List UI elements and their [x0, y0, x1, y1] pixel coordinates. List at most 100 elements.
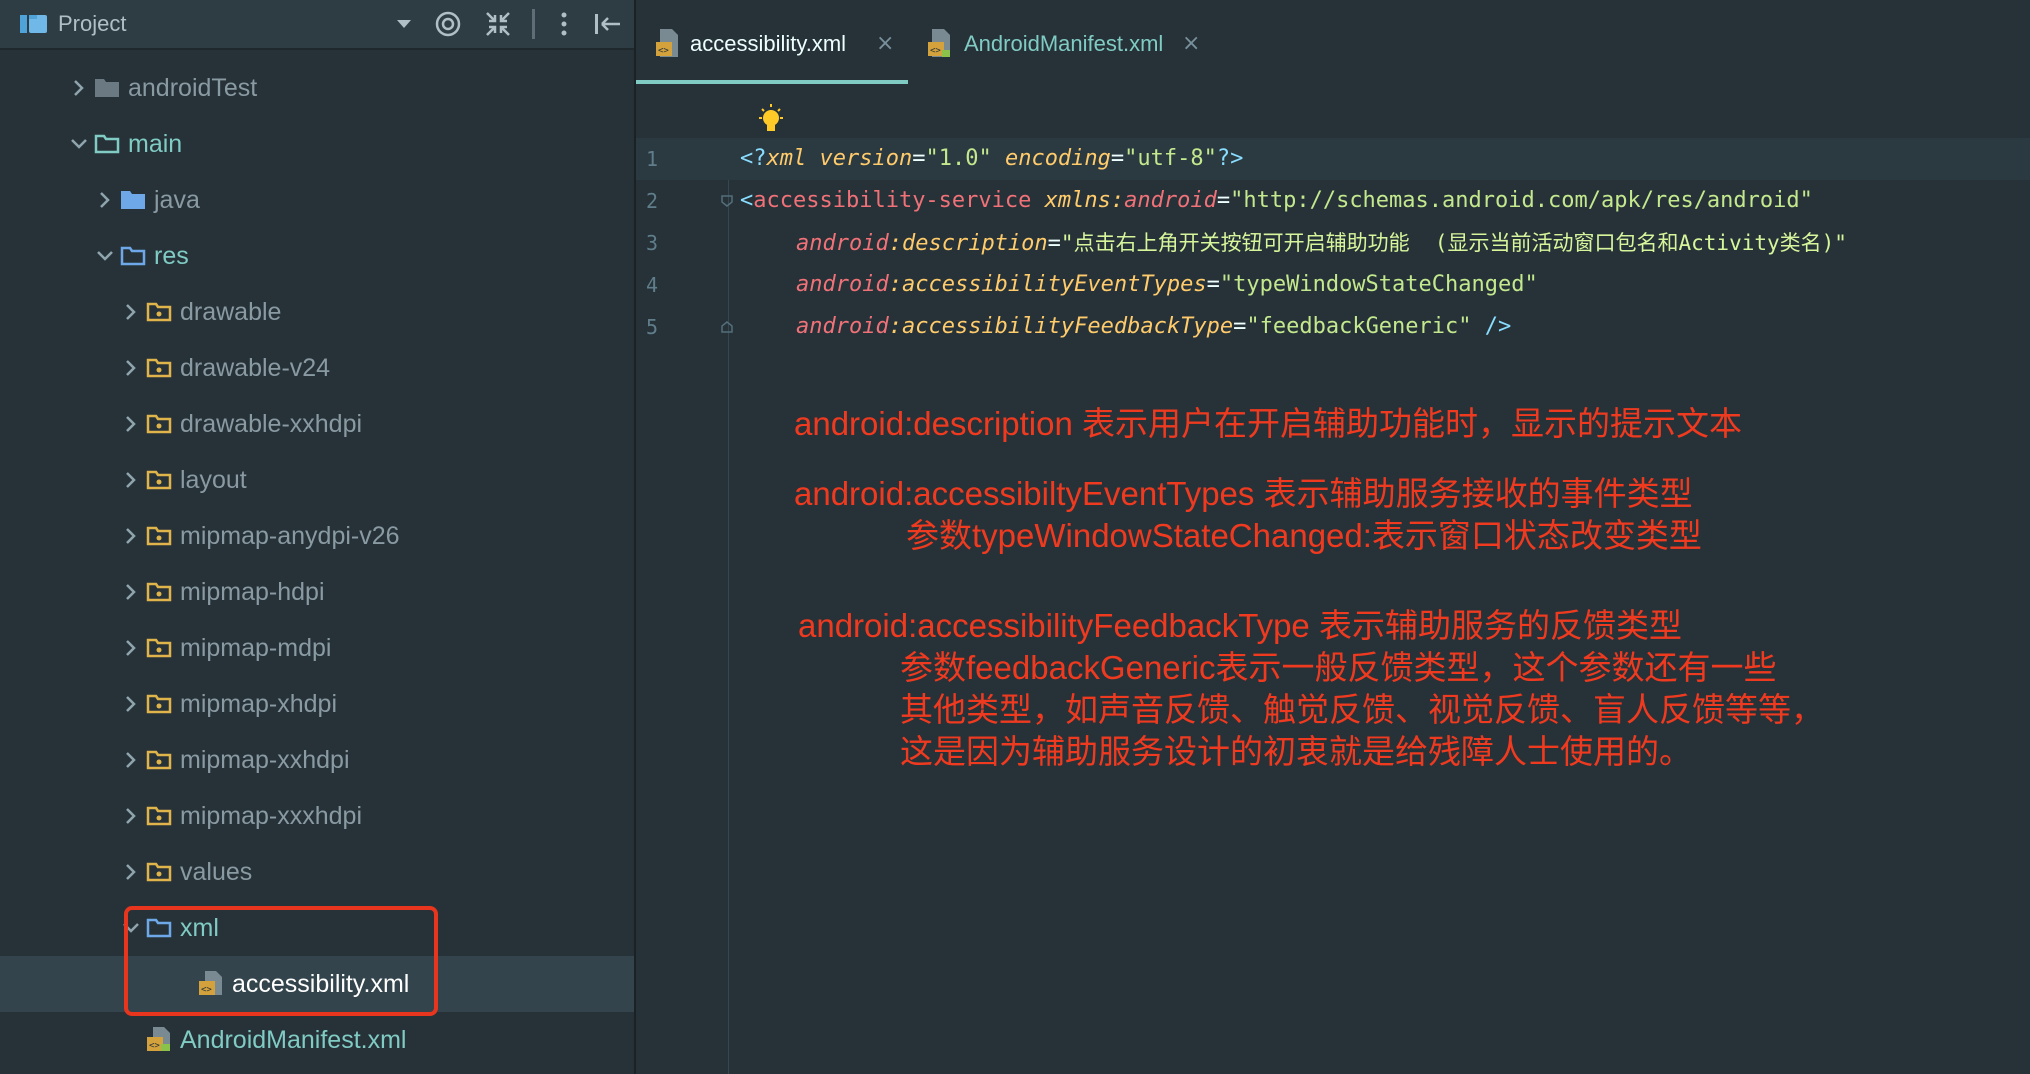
tree-item-mipmap-xxxhdpi[interactable]: mipmap-xxxhdpi — [0, 788, 634, 844]
tab-close-icon[interactable]: × — [876, 0, 894, 84]
editor-tab-bar: <> accessibility.xml × <> AndroidManifes… — [636, 0, 2030, 86]
fold-close-icon[interactable] — [720, 320, 734, 334]
folder-yellow-icon — [146, 526, 172, 546]
tree-item-label: drawable — [180, 298, 282, 326]
tab-close-icon[interactable]: × — [1182, 0, 1200, 84]
tree-item-mipmap-hdpi[interactable]: mipmap-hdpi — [0, 564, 634, 620]
folder-yellow-icon — [146, 694, 172, 714]
code-token: android — [1124, 188, 1217, 213]
tree-item-label: drawable-v24 — [180, 354, 331, 382]
hide-panel-icon[interactable] — [592, 0, 624, 48]
chevron-right-icon[interactable] — [120, 340, 142, 396]
tree-item-main[interactable]: main — [0, 116, 634, 172]
chevron-right-icon[interactable] — [120, 452, 142, 508]
code-line-3[interactable]: 3 android:description="点击右上角开关按钮可开启辅助功能 … — [636, 222, 2030, 264]
annotation-feedback-param-3: 这是因为辅助服务设计的初衷就是给残障人士使用的。 — [900, 733, 1692, 770]
tree-item-layout[interactable]: layout — [0, 452, 634, 508]
tree-item-mipmap-xhdpi[interactable]: mipmap-xhdpi — [0, 676, 634, 732]
tree-item-drawable[interactable]: drawable — [0, 284, 634, 340]
tree-item-label: values — [180, 858, 253, 886]
tree-item-label: mipmap-xhdpi — [180, 690, 338, 718]
code-token: < — [740, 188, 754, 213]
annotation-event-types-param: 参数typeWindowStateChanged:表示窗口状态改变类型 — [906, 517, 1702, 554]
chevron-right-icon[interactable] — [120, 788, 142, 844]
collapse-all-icon[interactable] — [482, 0, 514, 48]
chevron-right-icon[interactable] — [120, 844, 142, 900]
tree-item-java[interactable]: java — [0, 172, 634, 228]
tree-item-androidtest[interactable]: androidTest — [0, 60, 634, 116]
code-token: : — [888, 272, 902, 297]
tab-label: accessibility.xml — [690, 31, 847, 56]
chevron-right-icon[interactable] — [94, 172, 116, 228]
code-line-1[interactable]: 1 <?xml version="1.0" encoding="utf-8"?> — [636, 138, 2030, 180]
chevron-down-icon[interactable] — [68, 116, 90, 172]
tree-item-mipmap-anydpi-v26[interactable]: mipmap-anydpi-v26 — [0, 508, 634, 564]
code-token: android — [796, 314, 889, 339]
folder-res-icon — [120, 246, 146, 266]
chevron-right-icon[interactable] — [120, 284, 142, 340]
line-number: 3 — [646, 231, 659, 255]
code-token: = — [1233, 314, 1247, 339]
code-line-4[interactable]: 4 android:accessibilityEventTypes="typeW… — [636, 264, 2030, 306]
tree-item-label: mipmap-anydpi-v26 — [180, 522, 400, 550]
folder-yellow-icon — [146, 862, 172, 882]
code-line-5[interactable]: 5 android:accessibilityFeedbackType="fee… — [636, 306, 2030, 348]
more-options-icon[interactable] — [552, 0, 576, 48]
svg-text:<>: <> — [149, 1041, 160, 1051]
tree-item-label: mipmap-xxhdpi — [180, 746, 350, 774]
chevron-down-icon[interactable] — [94, 228, 116, 284]
code-token: <? — [740, 146, 767, 171]
tree-item-drawable-xxhdpi[interactable]: drawable-xxhdpi — [0, 396, 634, 452]
tree-item-drawable-v24[interactable]: drawable-v24 — [0, 340, 634, 396]
folder-gray-icon — [95, 79, 119, 97]
code-token: = — [1047, 231, 1061, 256]
tree-item-mipmap-mdpi[interactable]: mipmap-mdpi — [0, 620, 634, 676]
manifest-file-icon: <> — [147, 1027, 170, 1051]
svg-text:<>: <> — [658, 46, 669, 56]
tab-androidmanifest-xml[interactable]: <> AndroidManifest.xml × — [926, 0, 1256, 84]
annotation-description: android:description 表示用户在开启辅助功能时，显示的提示文本 — [794, 405, 1743, 442]
target-locate-icon[interactable] — [432, 0, 464, 48]
tree-item-label: res — [154, 242, 189, 270]
code-token: = — [1216, 188, 1231, 213]
code-token: description — [901, 231, 1048, 256]
tree-item-label: androidTest — [128, 74, 258, 102]
tree-item-mipmap-xxhdpi[interactable]: mipmap-xxhdpi — [0, 732, 634, 788]
chevron-right-icon[interactable] — [120, 508, 142, 564]
tree-item-res[interactable]: res — [0, 228, 634, 284]
code-token: : — [888, 314, 902, 339]
code-line-2[interactable]: 2 <accessibility-service xmlns:android="… — [636, 180, 2030, 222]
chevron-right-icon[interactable] — [120, 620, 142, 676]
highlight-box — [124, 906, 438, 1016]
project-title[interactable]: Project — [58, 0, 126, 48]
code-token: android — [796, 231, 889, 256]
annotation-feedback-param-1: 参数feedbackGeneric表示一般反馈类型，这个参数还有一些 — [900, 649, 1777, 686]
folder-yellow-icon — [146, 750, 172, 770]
code-token: xmlns: — [1044, 188, 1125, 213]
lightbulb-icon[interactable] — [754, 102, 788, 136]
chevron-right-icon[interactable] — [68, 60, 90, 116]
fold-open-icon[interactable] — [720, 194, 734, 208]
manifest-file-icon: <> — [928, 29, 950, 57]
code-token: android — [796, 272, 889, 297]
svg-text:<>: <> — [930, 46, 941, 56]
active-tab-indicator — [636, 80, 908, 84]
tree-item-androidmanifest-xml[interactable]: <> AndroidManifest.xml — [0, 1012, 634, 1068]
code-token: version — [819, 146, 913, 171]
folder-teal-outline-icon — [94, 134, 120, 154]
tab-accessibility-xml[interactable]: <> accessibility.xml × — [636, 0, 908, 84]
code-token: = — [1206, 272, 1220, 297]
dropdown-arrow-icon[interactable] — [392, 0, 416, 48]
code-text: android:accessibilityFeedbackType="feedb… — [796, 306, 1511, 348]
folder-yellow-icon — [146, 638, 172, 658]
line-number: 2 — [646, 189, 659, 213]
folder-yellow-icon — [146, 582, 172, 602]
project-view-icon[interactable] — [18, 0, 50, 48]
chevron-right-icon[interactable] — [120, 732, 142, 788]
chevron-right-icon[interactable] — [120, 676, 142, 732]
code-token: "feedbackGeneric" — [1246, 314, 1472, 339]
annotation-feedback-type: android:accessibilityFeedbackType 表示辅助服务… — [798, 607, 1682, 644]
tree-item-values[interactable]: values — [0, 844, 634, 900]
chevron-right-icon[interactable] — [120, 396, 142, 452]
chevron-right-icon[interactable] — [120, 564, 142, 620]
